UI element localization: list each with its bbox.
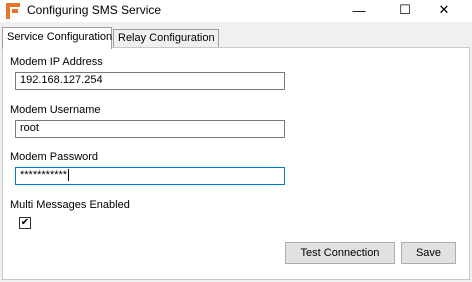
modem-password-label: Modem Password [10,151,99,163]
maximize-button[interactable]: ☐ [387,0,423,20]
tab-relay-configuration[interactable]: Relay Configuration [113,29,219,48]
modem-ip-value: 192.168.127.254 [20,74,103,86]
service-configuration-panel: Modem IP Address 192.168.127.254 Modem U… [2,47,470,280]
tab-strip: Service Configuration Relay Configuratio… [0,27,472,49]
dialog-client-area: Service Configuration Relay Configuratio… [0,22,472,282]
multi-messages-label: Multi Messages Enabled [10,199,130,211]
minimize-button[interactable]: — [341,0,377,20]
text-caret [68,169,70,182]
title-bar: Configuring SMS Service — ☐ ✕ [0,0,472,22]
modem-password-field[interactable]: *********** [15,167,285,185]
sms-service-icon [6,3,20,19]
window-title: Configuring SMS Service [27,3,162,17]
modem-username-field[interactable]: root [15,120,285,138]
modem-ip-field[interactable]: 192.168.127.254 [15,72,285,90]
save-button[interactable]: Save [401,242,456,264]
modem-username-value: root [20,122,39,134]
modem-username-label: Modem Username [10,104,101,116]
modem-ip-label: Modem IP Address [10,56,103,68]
modem-password-value: *********** [20,169,68,181]
close-button[interactable]: ✕ [426,0,462,20]
tab-service-configuration[interactable]: Service Configuration [2,27,112,49]
multi-messages-checkbox[interactable]: ✔ [19,217,31,229]
test-connection-button[interactable]: Test Connection [285,242,395,264]
checkmark-icon: ✔ [20,217,30,228]
